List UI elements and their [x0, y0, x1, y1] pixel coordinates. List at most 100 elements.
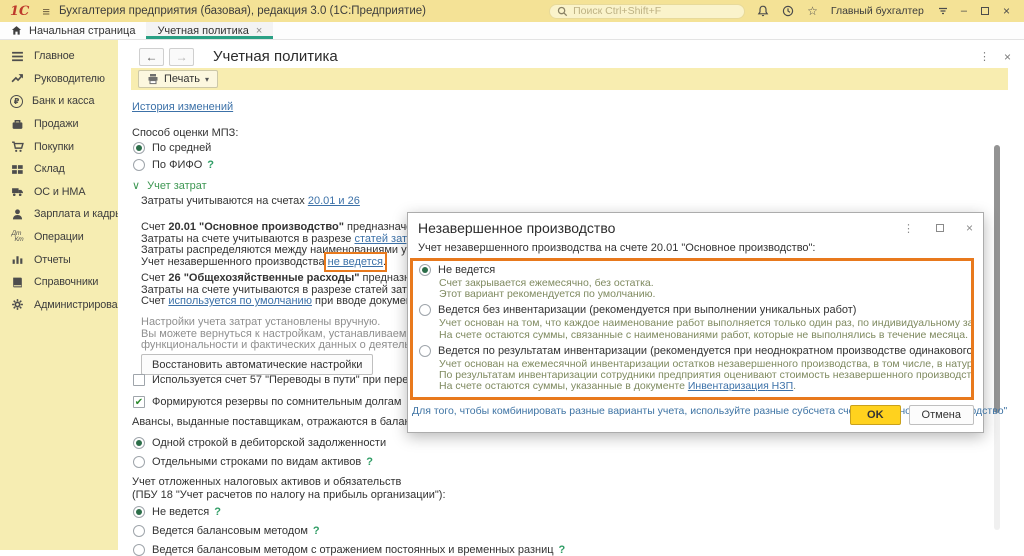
radio-deferred-balance-method[interactable]: Ведется балансовым методом ? [133, 525, 320, 537]
chevron-down-icon: ∨ [132, 180, 140, 192]
form-toolbar: Печать ▾ [131, 68, 1008, 90]
radio-advances-separate-lines[interactable]: Отдельными строками по видам активов ? [133, 456, 373, 468]
sidebar-item-bank-cash[interactable]: ₽ Банк и касса [0, 90, 118, 113]
vertical-scrollbar[interactable] [994, 145, 1000, 530]
help-icon[interactable]: ? [559, 544, 566, 556]
option-notes: Учет основан на том, что каждое наименов… [439, 318, 965, 340]
accounts-line: Затраты учитываются на счетах 20.01 и 26 [141, 196, 360, 208]
bar-chart-icon [10, 253, 25, 266]
sidebar-item-sales[interactable]: Продажи [0, 113, 118, 136]
form-close-icon[interactable]: × [1004, 50, 1011, 64]
tools-settings-icon[interactable] [937, 5, 949, 17]
notifications-bell-icon[interactable] [757, 5, 769, 17]
back-button[interactable]: ← [139, 48, 164, 66]
sidebar-label: Банк и касса [32, 95, 94, 107]
wip-not-kept-link[interactable]: не ведется [328, 256, 383, 268]
radio-label: По ФИФО [152, 159, 202, 171]
trend-icon [10, 72, 25, 85]
sidebar-item-main[interactable]: Главное [0, 45, 118, 68]
current-user-label[interactable]: Главный бухгалтер [831, 5, 924, 17]
checkbox-doubtful-reserves[interactable]: ✔ Формируются резервы по сомнительным до… [133, 396, 413, 408]
global-search[interactable] [549, 4, 745, 19]
sidebar-label: Отчеты [34, 254, 71, 266]
radio-icon [133, 159, 145, 171]
tab-accounting-policy[interactable]: Учетная политика × [146, 22, 273, 39]
cancel-button[interactable]: Отмена [909, 405, 974, 425]
1c-logo: 1С [10, 4, 29, 19]
chevron-down-icon: ▾ [205, 75, 209, 84]
sidebar: Главное Руководителю ₽ Банк и касса Прод… [0, 40, 118, 550]
help-icon[interactable]: ? [313, 525, 320, 537]
form-more-icon[interactable]: ⋮ [979, 50, 990, 63]
help-icon[interactable]: ? [214, 506, 221, 518]
page-title: Учетная политика [213, 48, 338, 65]
cart-icon [10, 140, 25, 153]
ok-button[interactable]: OK [850, 405, 901, 425]
app-title: Бухгалтерия предприятия (базовая), редак… [59, 5, 426, 17]
radio-average[interactable]: По средней [133, 142, 211, 154]
radio-icon [419, 304, 431, 316]
sidebar-item-fixed-assets[interactable]: ОС и НМА [0, 181, 118, 204]
help-icon[interactable]: ? [366, 456, 373, 468]
radio-wip-no-inventory[interactable]: Ведется без инвентаризации (рекомендуетс… [419, 304, 965, 316]
used-by-default-link[interactable]: используется по умолчанию [168, 295, 312, 307]
sidebar-item-operations[interactable]: ДтКт Операции [0, 226, 118, 249]
print-label: Печать [164, 73, 200, 85]
scrollbar-thumb[interactable] [994, 145, 1000, 413]
wip-dialog: Незавершенное производство ⋮ × Учет неза… [407, 212, 984, 433]
radio-deferred-differences-method[interactable]: Ведется балансовым методом с отражением … [133, 544, 565, 556]
accounts-link[interactable]: 20.01 и 26 [308, 195, 360, 207]
tab-policy-label: Учетная политика [157, 25, 248, 37]
radio-icon [133, 142, 145, 154]
close-window-icon[interactable]: × [1003, 4, 1010, 18]
dialog-header: Незавершенное производство ⋮ × [408, 213, 983, 239]
checkbox-label: Формируются резервы по сомнительным долг… [152, 396, 401, 408]
advances-label: Авансы, выданные поставщикам, отражаются… [132, 417, 425, 429]
tab-close-icon[interactable]: × [256, 25, 262, 37]
checkbox-icon [133, 374, 145, 386]
radio-advances-single-line[interactable]: Одной строкой в дебиторской задолженност… [133, 437, 386, 449]
dialog-title: Незавершенное производство [418, 220, 881, 236]
radio-icon [133, 506, 145, 518]
history-icon[interactable] [782, 5, 794, 17]
sidebar-item-salary-hr[interactable]: Зарплата и кадры [0, 203, 118, 226]
sidebar-item-warehouse[interactable]: Склад [0, 158, 118, 181]
dialog-maximize-icon[interactable] [936, 224, 944, 232]
dialog-close-icon[interactable]: × [966, 221, 973, 235]
radio-wip-by-inventory[interactable]: Ведется по результатам инвентаризации (р… [419, 345, 965, 357]
titlebar: 1С ≡ Бухгалтерия предприятия (базовая), … [0, 0, 1024, 22]
cost-section-header[interactable]: ∨ Учет затрат [132, 179, 207, 192]
sidebar-label: Продажи [34, 118, 78, 130]
favorites-star-icon[interactable]: ☆ [807, 5, 818, 17]
search-input[interactable] [573, 5, 737, 17]
main-menu-icon[interactable]: ≡ [42, 4, 50, 19]
radio-icon [133, 525, 145, 537]
radio-wip-not-kept[interactable]: Не ведется [419, 264, 965, 276]
tab-home[interactable]: Начальная страница [0, 22, 146, 39]
radio-fifo[interactable]: По ФИФО ? [133, 159, 214, 171]
ruble-icon: ₽ [10, 95, 23, 108]
radio-label: Одной строкой в дебиторской задолженност… [152, 437, 386, 449]
radio-label: Ведется балансовым методом с отражением … [152, 544, 554, 556]
sidebar-item-purchases[interactable]: Покупки [0, 135, 118, 158]
restore-window-icon[interactable] [981, 7, 989, 15]
print-button[interactable]: Печать ▾ [138, 70, 218, 88]
dialog-more-icon[interactable]: ⋮ [903, 222, 914, 235]
minimize-icon[interactable]: – [961, 5, 967, 17]
history-link[interactable]: История изменений [132, 101, 233, 113]
radio-deferred-not-kept[interactable]: Не ведется ? [133, 506, 221, 518]
sidebar-item-administration[interactable]: Администрирование [0, 294, 118, 317]
wip-inventory-doc-link[interactable]: Инвентаризация НЗП [688, 380, 793, 392]
debit-credit-icon: ДтКт [10, 231, 25, 243]
sidebar-item-directories[interactable]: Справочники [0, 271, 118, 294]
restore-auto-settings-button[interactable]: Восстановить автоматические настройки [141, 354, 373, 375]
sidebar-item-reports[interactable]: Отчеты [0, 248, 118, 271]
radio-icon [133, 456, 145, 468]
help-icon[interactable]: ? [207, 159, 214, 171]
sidebar-label: Операции [34, 231, 84, 243]
sidebar-label: Главное [34, 50, 75, 62]
forward-button[interactable]: → [169, 48, 194, 66]
radio-icon [133, 437, 145, 449]
sidebar-item-manager[interactable]: Руководителю [0, 68, 118, 91]
radio-label: По средней [152, 142, 211, 154]
